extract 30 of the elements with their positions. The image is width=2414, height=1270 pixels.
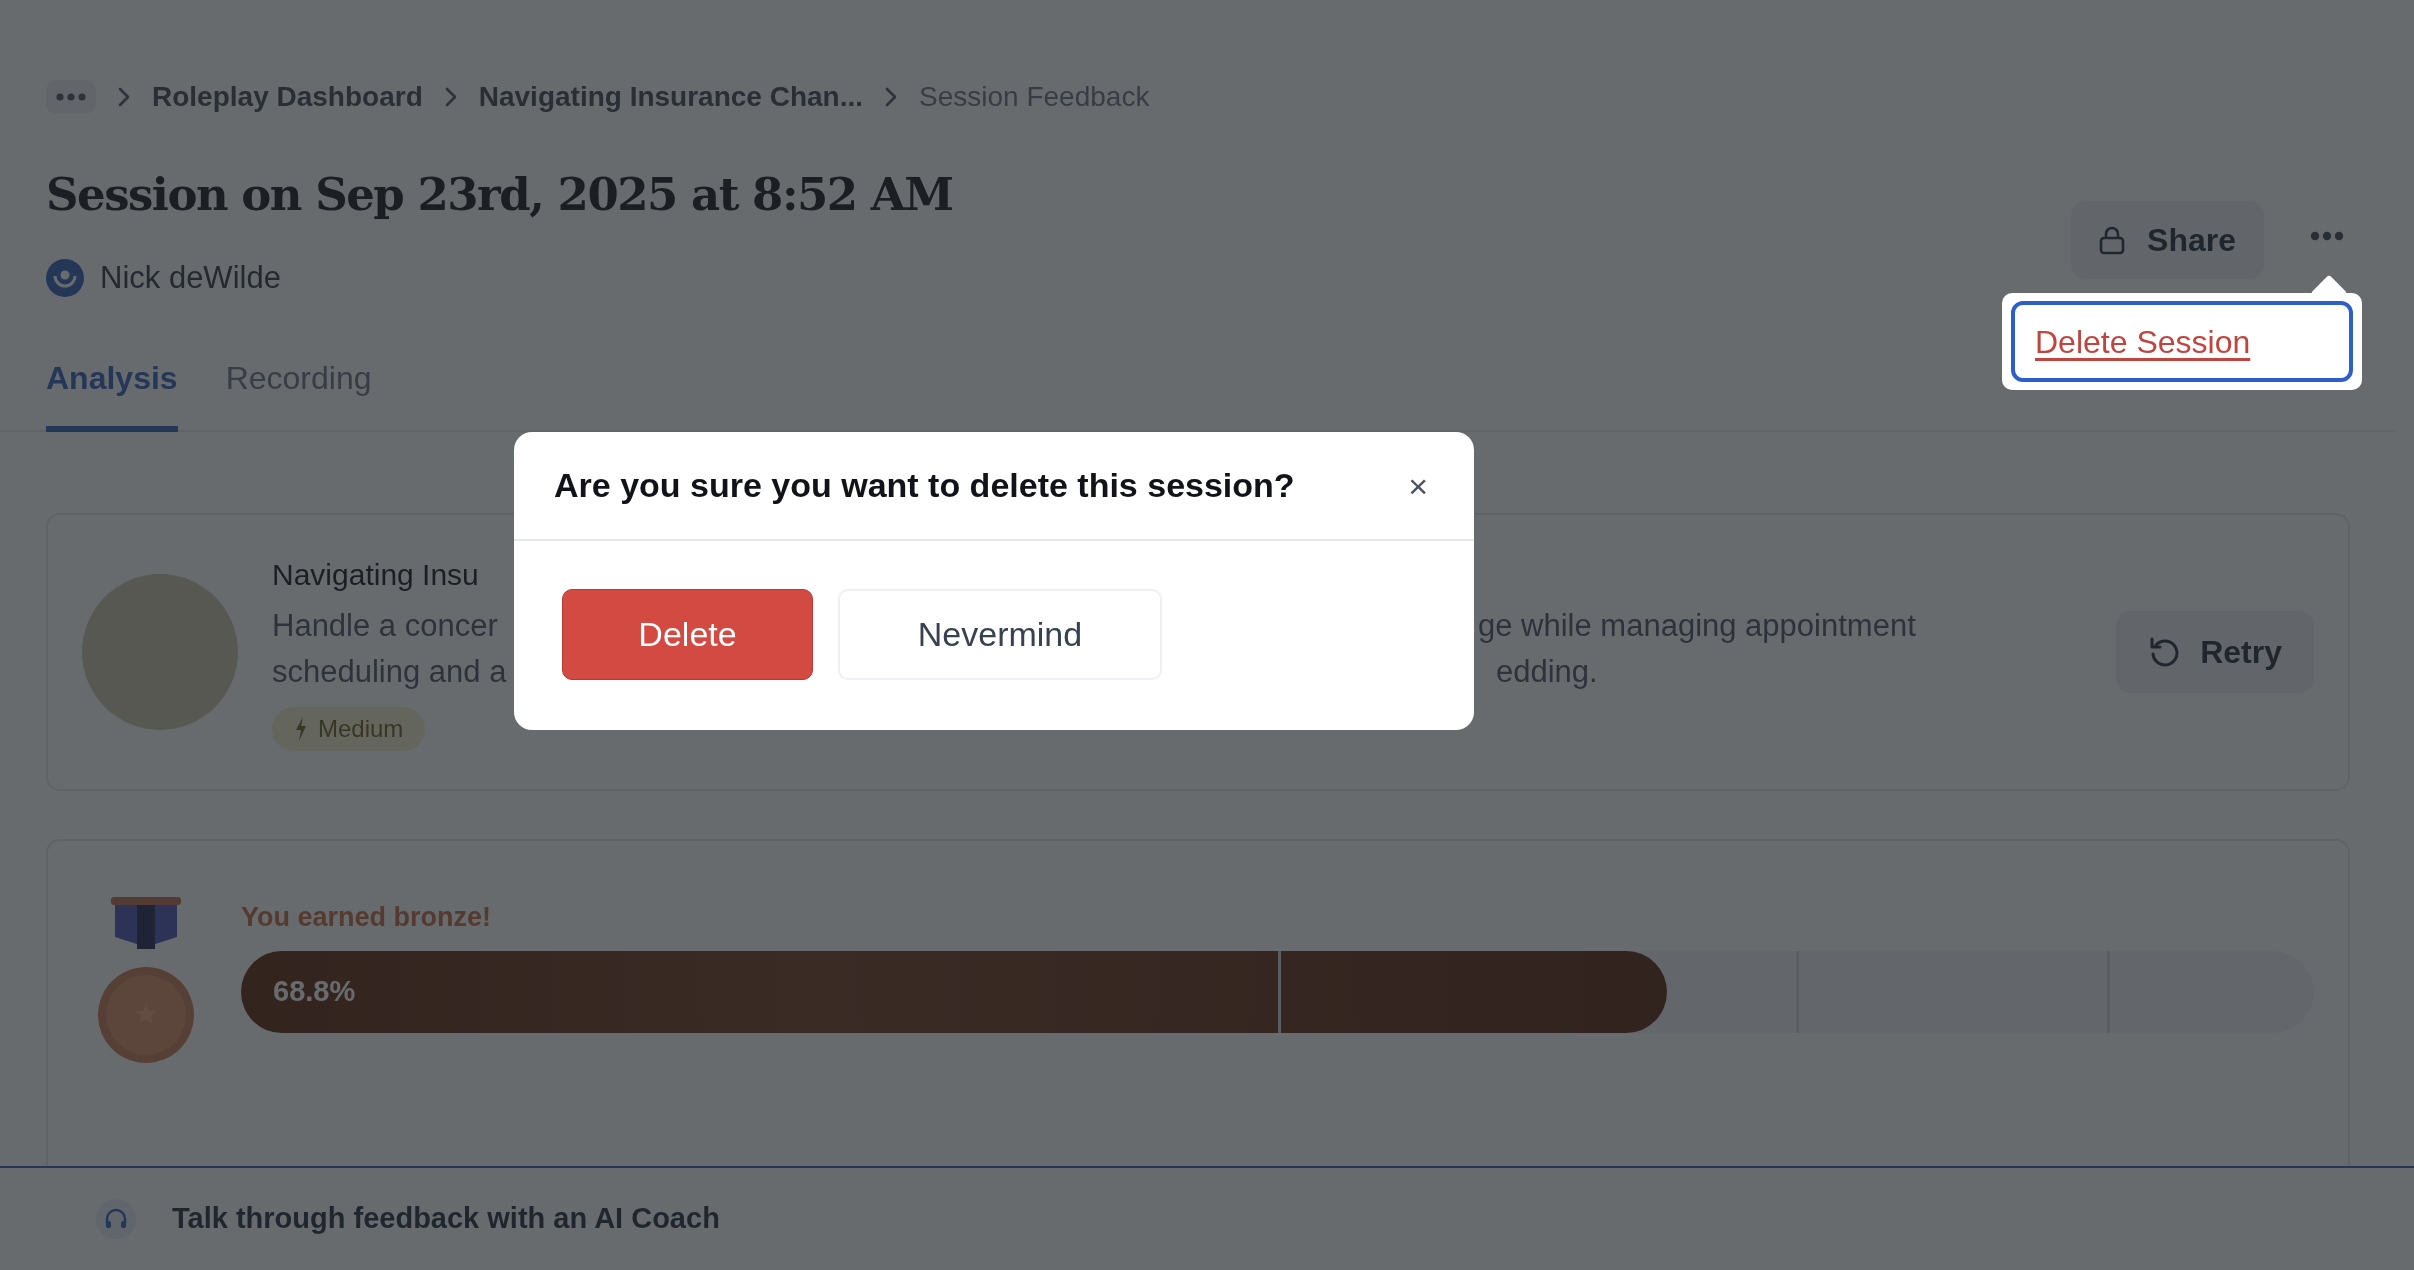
lightning-icon (294, 716, 308, 742)
more-icon (2310, 231, 2344, 241)
chevron-right-icon (885, 87, 898, 107)
lock-icon (2099, 225, 2126, 255)
user-name: Nick deWilde (100, 259, 281, 297)
scenario-description: edding. (1496, 653, 1598, 691)
more-icon (56, 93, 86, 101)
scenario-description: scheduling and a (272, 653, 507, 691)
bronze-medal-icon (97, 896, 195, 1065)
delete-button[interactable]: Delete (562, 589, 813, 680)
scenario-description: Handle a concer (272, 607, 498, 645)
page-title: Session on Sep 23rd, 2025 at 8:52 AM (46, 168, 953, 222)
dialog-title: Are you sure you want to delete this session? (554, 465, 1295, 506)
score-message: You earned bronze! (241, 900, 493, 934)
chevron-right-icon (118, 87, 130, 107)
scenario-description: ge while managing appointment (1478, 607, 1916, 645)
retry-button[interactable]: Retry (2116, 610, 2314, 693)
headset-icon[interactable] (96, 1199, 136, 1239)
close-button[interactable]: × (1402, 468, 1434, 503)
user-avatar-icon (46, 259, 84, 298)
scenario-title: Navigating Insu (272, 557, 480, 593)
coach-prompt: Talk through feedback with an AI Coach (172, 1201, 720, 1237)
breadcrumb-link[interactable]: Roleplay Dashboard (152, 76, 423, 118)
chevron-right-icon (444, 87, 457, 107)
progress-reading: 68.8% (273, 974, 356, 1010)
cancel-button[interactable]: Nevermind (838, 589, 1162, 680)
breadcrumb-link[interactable]: Navigating Insurance Chan... (478, 76, 864, 118)
breadcrumb-more-button[interactable] (46, 80, 96, 114)
tab[interactable]: Analysis (46, 353, 178, 432)
share-button[interactable]: Share (2071, 201, 2264, 279)
